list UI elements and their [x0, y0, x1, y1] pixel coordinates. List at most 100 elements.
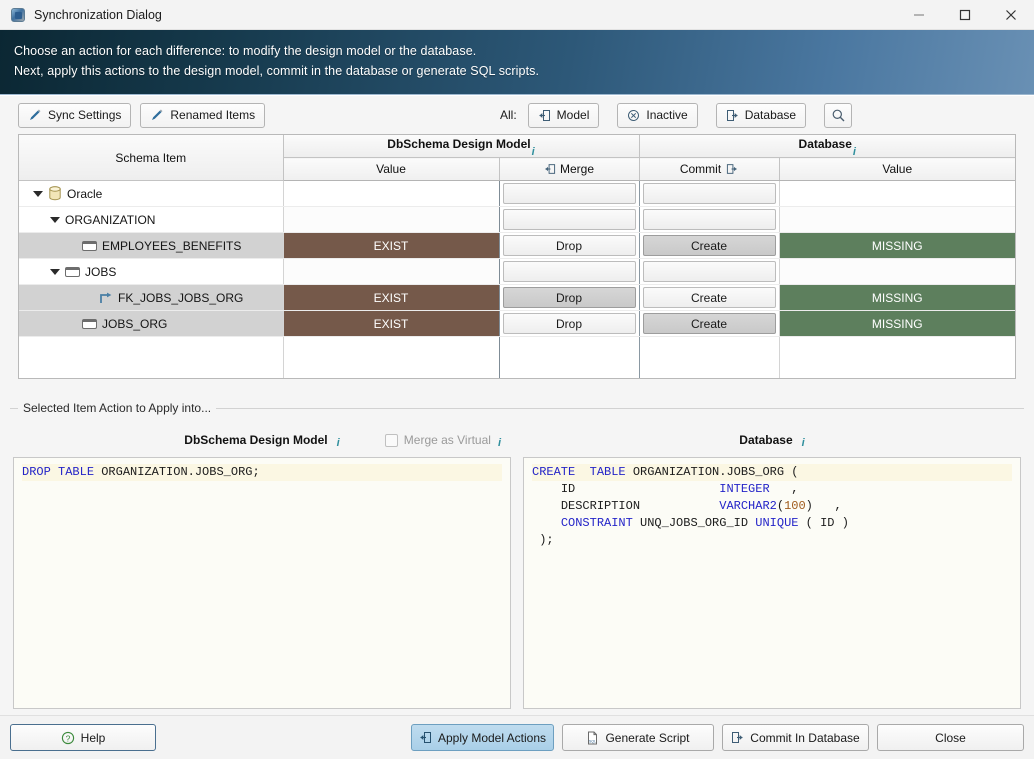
title-bar: Synchronization Dialog	[0, 0, 1034, 30]
help-button[interactable]: ? Help	[10, 724, 156, 751]
merge-action-button[interactable]	[502, 183, 636, 204]
filler-cell	[499, 336, 640, 378]
commit-arrow-icon	[726, 163, 738, 175]
table-row[interactable]: FK_JOBS_JOBS_ORG EXIST Drop Create MISSING	[19, 284, 1015, 311]
table-row[interactable]: JOBS_ORG EXIST Drop Create MISSING	[19, 310, 1015, 337]
merge-arrow-icon	[544, 163, 556, 175]
close-dialog-button[interactable]: Close	[877, 724, 1024, 751]
maximize-button[interactable]	[942, 0, 988, 30]
commit-action-button[interactable]	[642, 183, 776, 204]
cell-merge-action[interactable]	[499, 180, 640, 207]
expand-twisty-icon[interactable]	[50, 217, 60, 223]
sync-settings-button[interactable]: Sync Settings	[18, 102, 132, 128]
pencil-icon	[150, 108, 164, 122]
cell-schema-item[interactable]: FK_JOBS_JOBS_ORG	[19, 284, 284, 311]
expand-twisty-icon[interactable]	[50, 269, 60, 275]
merge-as-virtual-checkbox[interactable]	[384, 433, 398, 447]
cell-commit-action[interactable]: Create	[639, 310, 780, 337]
cell-commit-action[interactable]	[639, 258, 780, 285]
table-row[interactable]: EMPLOYEES_BENEFITS EXIST Drop Create MISSING	[19, 232, 1015, 259]
commit-in-database-button[interactable]: Commit In Database	[722, 724, 869, 751]
all-database-label: Database	[744, 108, 797, 122]
header-db-value[interactable]: Value	[779, 157, 1015, 181]
footer-bar: ? Help Apply Model Actions SQL Generate …	[0, 715, 1034, 759]
info-icon[interactable]: i	[802, 437, 805, 449]
merge-action-button[interactable]: Drop	[502, 235, 636, 256]
info-icon[interactable]: i	[337, 437, 340, 449]
toolbar: Sync Settings Renamed Items All: Model I…	[0, 96, 1034, 134]
renamed-items-label: Renamed Items	[170, 108, 256, 122]
merge-action-button[interactable]	[502, 261, 636, 282]
merge-action-button[interactable]	[502, 209, 636, 230]
cell-schema-item[interactable]: EMPLOYEES_BENEFITS	[19, 232, 284, 259]
banner-line-1: Choose an action for each difference: to…	[14, 44, 477, 58]
info-icon[interactable]: i	[853, 146, 856, 158]
header-merge[interactable]: Merge	[499, 157, 640, 181]
cell-database-value: MISSING	[779, 310, 1015, 337]
minimize-button[interactable]	[896, 0, 942, 30]
group-title: Selected Item Action to Apply into...	[18, 401, 217, 415]
commit-label: Commit In Database	[750, 730, 860, 745]
cell-schema-item[interactable]: JOBS	[19, 258, 284, 285]
header-design-model[interactable]: DbSchema Design Modeli	[283, 135, 640, 158]
header-commit[interactable]: Commit	[639, 157, 780, 181]
merge-as-virtual-control[interactable]: Merge as Virtual i	[384, 433, 501, 449]
cell-merge-action[interactable]	[499, 206, 640, 233]
cell-commit-action[interactable]: Create	[639, 284, 780, 311]
all-database-button[interactable]: Database	[715, 102, 807, 128]
model-pane: DbSchema Design Model i Merge as Virtual …	[13, 423, 511, 709]
table-body: Oracle ORGANIZATION EMPLOYEES_BENEFITS EX…	[19, 180, 1015, 378]
merge-action-button[interactable]: Drop	[502, 287, 636, 308]
cell-merge-action[interactable]	[499, 258, 640, 285]
commit-action-button[interactable]	[642, 209, 776, 230]
info-icon[interactable]: i	[532, 146, 535, 158]
close-button[interactable]	[988, 0, 1034, 30]
commit-action-button[interactable]: Create	[642, 287, 776, 308]
model-sql-editor[interactable]: DROP TABLE ORGANIZATION.JOBS_ORG;	[13, 457, 511, 709]
merge-action-button[interactable]: Drop	[502, 313, 636, 334]
cell-merge-action[interactable]: Drop	[499, 284, 640, 311]
script-file-icon: SQL	[586, 731, 599, 745]
cell-merge-action[interactable]: Drop	[499, 232, 640, 259]
header-design-model-label: DbSchema Design Model	[387, 137, 531, 152]
header-database[interactable]: Databasei	[639, 135, 1015, 158]
search-button[interactable]	[824, 102, 853, 128]
commit-action-button[interactable]: Create	[642, 235, 776, 256]
generate-script-button[interactable]: SQL Generate Script	[562, 724, 714, 751]
database-sql-editor[interactable]: CREATE TABLE ORGANIZATION.JOBS_ORG ( ID …	[523, 457, 1021, 709]
arrow-to-model-icon	[538, 109, 551, 122]
table-row[interactable]: Oracle	[19, 180, 1015, 207]
commit-action-button[interactable]	[642, 261, 776, 282]
table-filler-row	[19, 336, 1015, 378]
cell-schema-item[interactable]: JOBS_ORG	[19, 310, 284, 337]
commit-action-button[interactable]: Create	[642, 313, 776, 334]
database-pane-header: Database i	[523, 423, 1021, 457]
cell-model-value: EXIST	[283, 310, 500, 337]
all-model-button[interactable]: Model	[527, 102, 600, 128]
row-label: FK_JOBS_JOBS_ORG	[118, 290, 244, 305]
renamed-items-button[interactable]: Renamed Items	[140, 102, 266, 128]
all-inactive-button[interactable]: Inactive	[617, 102, 698, 128]
table-row[interactable]: ORGANIZATION	[19, 206, 1015, 233]
header-model-value[interactable]: Value	[283, 157, 500, 181]
cell-merge-action[interactable]: Drop	[499, 310, 640, 337]
row-label: EMPLOYEES_BENEFITS	[102, 238, 242, 253]
close-label: Close	[935, 730, 966, 745]
table-row[interactable]: JOBS	[19, 258, 1015, 285]
instruction-banner: Choose an action for each difference: to…	[0, 30, 1034, 95]
cell-commit-action[interactable]: Create	[639, 232, 780, 259]
header-schema-item[interactable]: Schema Item	[19, 135, 284, 181]
apply-model-actions-button[interactable]: Apply Model Actions	[411, 724, 554, 751]
expand-twisty-icon[interactable]	[33, 191, 43, 197]
model-pane-header: DbSchema Design Model i Merge as Virtual …	[13, 423, 511, 457]
arrow-to-database-icon	[731, 731, 744, 744]
info-icon[interactable]: i	[498, 437, 501, 449]
row-label: ORGANIZATION	[65, 212, 156, 227]
cell-commit-action[interactable]	[639, 206, 780, 233]
main-content: Sync Settings Renamed Items All: Model I…	[0, 96, 1034, 715]
header-database-label: Database	[798, 137, 852, 152]
cell-schema-item[interactable]: Oracle	[19, 180, 284, 207]
cell-schema-item[interactable]: ORGANIZATION	[19, 206, 284, 233]
row-label: JOBS	[85, 264, 117, 279]
cell-commit-action[interactable]	[639, 180, 780, 207]
